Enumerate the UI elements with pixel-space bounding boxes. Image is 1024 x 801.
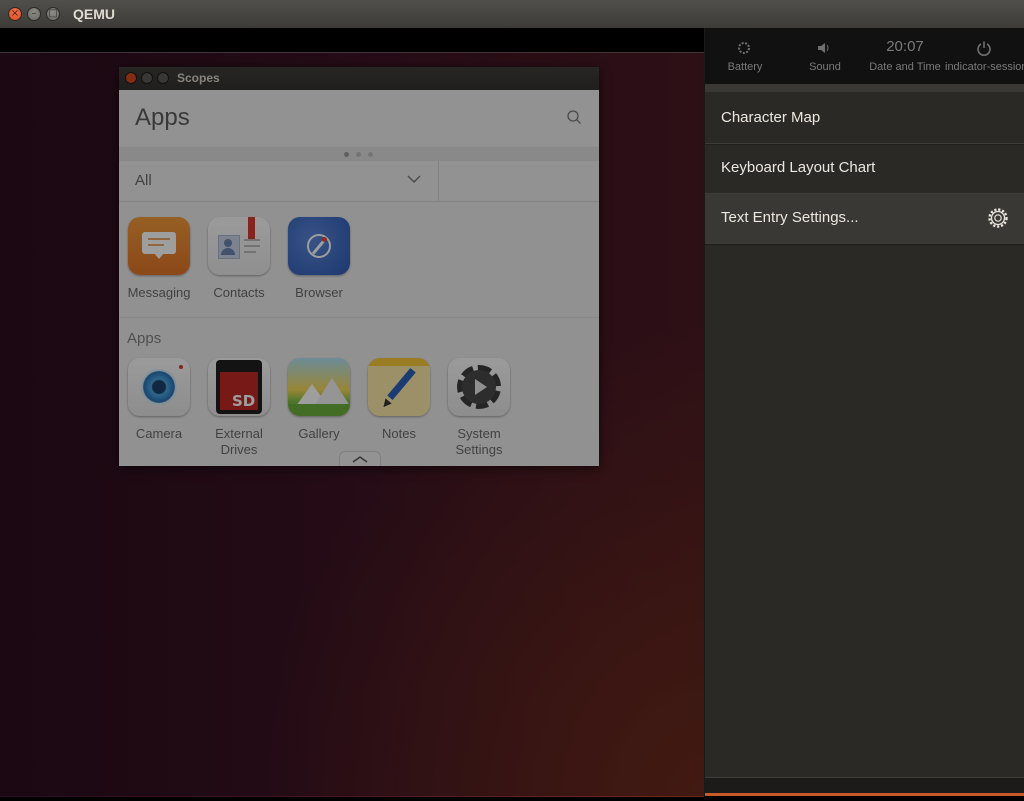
app-label: Gallery <box>298 426 340 441</box>
host-window-title: QEMU <box>73 6 115 22</box>
scopes-titlebar: Scopes <box>119 67 599 90</box>
chevron-up-icon <box>352 456 368 463</box>
host-minimize-button[interactable]: – <box>27 7 41 21</box>
app-label: External Drives <box>215 426 263 457</box>
host-close-button[interactable]: × <box>8 7 22 21</box>
camera-icon <box>128 358 190 416</box>
filter-selected-value: All <box>135 172 152 189</box>
scope-header: Apps <box>119 90 599 148</box>
department-filter[interactable]: All <box>119 161 599 202</box>
app-tile-gallery[interactable]: Gallery <box>279 358 359 442</box>
host-titlebar: × – □ QEMU <box>0 0 1024 29</box>
battery-icon <box>738 42 750 54</box>
gear-icon <box>988 208 1008 228</box>
notes-icon <box>368 358 430 416</box>
desktop-top-bar <box>0 28 704 52</box>
scopes-close-button[interactable] <box>125 72 137 84</box>
scopes-maximize-button[interactable] <box>157 72 169 84</box>
expand-handle[interactable] <box>339 451 381 466</box>
drag-dots-icon <box>856 783 871 801</box>
sd-card-icon: SD <box>208 358 270 416</box>
contacts-icon <box>208 217 270 275</box>
scopes-window-title: Scopes <box>177 71 220 85</box>
chevron-down-icon[interactable] <box>407 174 421 184</box>
app-label: System Settings <box>455 426 503 457</box>
panel-drag-handle[interactable] <box>705 777 1024 796</box>
app-tile-browser[interactable]: Browser <box>279 217 359 301</box>
app-tile-camera[interactable]: Camera <box>119 358 199 442</box>
menu-item-keyboard-layout-chart[interactable]: Keyboard Layout Chart <box>705 144 1024 194</box>
app-label: Camera <box>135 426 183 441</box>
menu-item-label: Keyboard Layout Chart <box>721 159 876 176</box>
panel-separator <box>705 84 1024 92</box>
filter-divider <box>438 161 439 201</box>
app-tile-contacts[interactable]: Contacts <box>199 217 279 301</box>
indicator-datetime[interactable]: 20:07 Date and Time <box>865 28 945 84</box>
clock-value: 20:07 <box>886 38 924 55</box>
system-settings-icon <box>448 358 510 416</box>
app-label: Notes <box>382 426 416 441</box>
menu-item-label: Character Map <box>721 109 821 126</box>
browser-icon <box>288 217 350 275</box>
indicator-bar: Battery Sound 20:07 Date and Time indica… <box>705 28 1024 84</box>
app-tile-notes[interactable]: Notes <box>359 358 439 442</box>
section-label-apps: Apps <box>127 330 162 347</box>
indicator-battery[interactable]: Battery <box>705 28 785 84</box>
app-label: Browser <box>295 285 343 300</box>
gallery-icon <box>288 358 350 416</box>
apps-grid: Messaging Contacts Browser Apps Camera S… <box>119 203 599 466</box>
indicator-sound[interactable]: Sound <box>785 28 865 84</box>
app-tile-system-settings[interactable]: System Settings <box>439 358 519 458</box>
indicator-session[interactable]: indicator-session <box>945 28 1024 84</box>
messaging-icon <box>128 217 190 275</box>
app-tile-external-drives[interactable]: SD External Drives <box>199 358 279 458</box>
menu-item-label: Text Entry Settings... <box>721 209 859 226</box>
app-label: Messaging <box>127 285 191 300</box>
app-tile-messaging[interactable]: Messaging <box>119 217 199 301</box>
page-indicator-dots <box>119 148 599 161</box>
app-label: Contacts <box>213 285 265 300</box>
scopes-window: Scopes Apps All Messaging Contacts Brows… <box>119 67 599 466</box>
indicator-panel: Battery Sound 20:07 Date and Time indica… <box>704 28 1024 796</box>
menu-item-text-entry-settings[interactable]: Text Entry Settings... <box>705 194 1024 244</box>
search-icon[interactable] <box>567 110 581 124</box>
menu-item-character-map[interactable]: Character Map <box>705 94 1024 144</box>
sound-icon <box>818 43 829 53</box>
scope-title: Apps <box>135 104 190 131</box>
host-maximize-button[interactable]: □ <box>46 7 60 21</box>
section-divider <box>119 317 599 318</box>
scopes-minimize-button[interactable] <box>141 72 153 84</box>
power-icon <box>977 41 991 56</box>
